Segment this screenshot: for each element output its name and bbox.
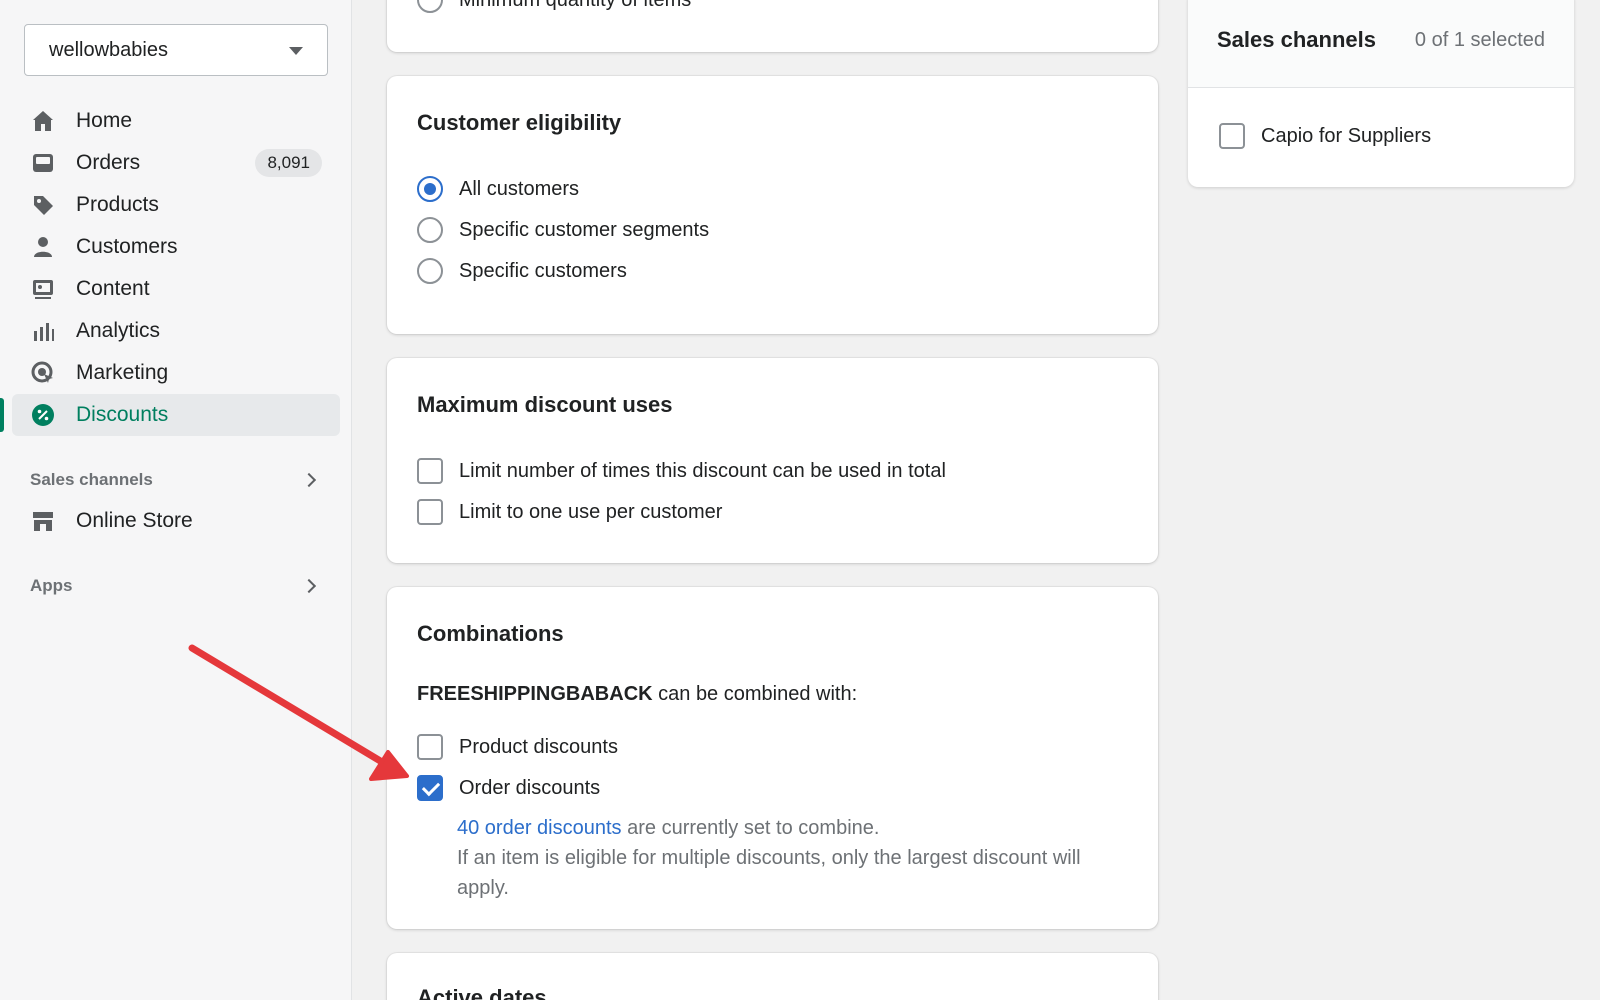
sidebar-item-label: Content [76, 277, 150, 300]
store-selector[interactable]: wellowbabies [24, 24, 328, 76]
chevron-right-icon [301, 578, 317, 594]
home-icon [30, 108, 56, 134]
option-label: Minimum quantity of items [459, 0, 691, 12]
product-discounts-option[interactable]: Product discounts [417, 734, 618, 760]
limit-per-customer-checkbox[interactable] [417, 499, 443, 525]
sales-channels-card: Sales channels 0 of 1 selected Capio for… [1188, 0, 1574, 187]
product-discounts-checkbox[interactable] [417, 734, 443, 760]
option-label: Specific customers [459, 259, 627, 282]
sidebar-item-label: Orders [76, 151, 141, 174]
selected-count: 0 of 1 selected [1414, 29, 1545, 51]
combine-note: If an item is eligible for multiple disc… [457, 847, 1081, 899]
specific-customers-radio[interactable] [417, 258, 443, 284]
sidebar-item-orders[interactable]: Orders 8,091 [12, 142, 340, 184]
eligibility-option-specific[interactable]: Specific customers [417, 258, 627, 284]
option-label: Limit number of times this discount can … [459, 459, 946, 482]
sidebar-item-label: Customers [76, 235, 178, 258]
eligibility-option-all[interactable]: All customers [417, 176, 579, 202]
section-label: Sales channels [30, 470, 153, 489]
sidebar-item-label: Products [76, 193, 159, 216]
option-label: Capio for Suppliers [1261, 124, 1432, 147]
store-icon [30, 508, 56, 534]
minimum-quantity-option[interactable]: Minimum quantity of items [417, 0, 691, 13]
option-label: Product discounts [459, 735, 618, 758]
main-nav: Home Orders 8,091 Products Customers Con… [0, 100, 352, 436]
active-dates-card: Active dates [387, 953, 1158, 1000]
card-title: Combinations [417, 621, 564, 646]
caret-down-icon [289, 47, 303, 55]
content-icon [30, 276, 56, 302]
all-customers-radio[interactable] [417, 176, 443, 202]
limit-total-checkbox[interactable] [417, 458, 443, 484]
segments-radio[interactable] [417, 217, 443, 243]
option-label: All customers [459, 177, 580, 200]
intro-suffix: can be combined with: [652, 683, 858, 705]
sidebar-item-analytics[interactable]: Analytics [12, 310, 340, 352]
orders-icon [30, 150, 56, 176]
sidebar-item-label: Home [76, 109, 133, 132]
limit-per-customer-option[interactable]: Limit to one use per customer [417, 499, 722, 525]
person-icon [30, 234, 56, 260]
sidebar-item-discounts[interactable]: Discounts [0, 394, 340, 436]
combinations-card: Combinations FREESHIPPINGBABACK can be c… [387, 587, 1158, 929]
analytics-icon [30, 318, 56, 344]
card-title: Maximum discount uses [417, 392, 673, 417]
sales-channels-header: Sales channels 0 of 1 selected [1188, 0, 1574, 88]
sales-channels-section[interactable]: Sales channels [30, 465, 320, 495]
card-title: Sales channels [1217, 27, 1376, 52]
sidebar-item-content[interactable]: Content [12, 268, 340, 310]
minimum-quantity-radio[interactable] [417, 0, 443, 13]
order-discounts-checkbox[interactable] [417, 775, 443, 801]
sidebar-item-label: Discounts [76, 403, 169, 426]
limit-total-option[interactable]: Limit number of times this discount can … [417, 458, 946, 484]
eligibility-option-segments[interactable]: Specific customer segments [417, 217, 709, 243]
sidebar-item-customers[interactable]: Customers [12, 226, 340, 268]
card-title: Active dates [417, 985, 547, 1000]
store-name: wellowbabies [49, 38, 168, 61]
sidebar-item-label: Analytics [76, 319, 161, 342]
combinations-intro: FREESHIPPINGBABACK can be combined with: [417, 683, 857, 706]
sidebar: wellowbabies Home Orders 8,091 Products [0, 0, 352, 1000]
option-label: Specific customer segments [459, 218, 710, 241]
discount-code: FREESHIPPINGBABACK [417, 683, 653, 705]
marketing-icon [30, 360, 56, 386]
order-discounts-link[interactable]: 40 order discounts [457, 817, 622, 839]
link-suffix: are currently set to combine. [621, 817, 880, 839]
option-label: Order discounts [459, 776, 601, 799]
sidebar-item-online-store[interactable]: Online Store [12, 500, 340, 542]
discount-icon [30, 402, 56, 428]
minimum-requirements-card: Minimum quantity of items [387, 0, 1158, 52]
sidebar-item-label: Online Store [76, 509, 193, 532]
channel-option[interactable]: Capio for Suppliers [1219, 123, 1431, 149]
sidebar-item-home[interactable]: Home [12, 100, 340, 142]
max-uses-card: Maximum discount uses Limit number of ti… [387, 358, 1158, 563]
card-title: Customer eligibility [417, 110, 622, 135]
orders-count-badge: 8,091 [255, 149, 322, 177]
customer-eligibility-card: Customer eligibility All customers Speci… [387, 76, 1158, 334]
chevron-right-icon [301, 472, 317, 488]
section-label: Apps [30, 576, 73, 595]
channel-checkbox[interactable] [1219, 123, 1245, 149]
apps-section[interactable]: Apps [30, 571, 320, 601]
tag-icon [30, 192, 56, 218]
sidebar-item-products[interactable]: Products [12, 184, 340, 226]
order-discounts-help: 40 order discounts are currently set to … [457, 813, 1107, 903]
order-discounts-option[interactable]: Order discounts [417, 775, 600, 801]
option-label: Limit to one use per customer [459, 500, 723, 523]
sidebar-item-marketing[interactable]: Marketing [12, 352, 340, 394]
sidebar-item-label: Marketing [76, 361, 169, 384]
